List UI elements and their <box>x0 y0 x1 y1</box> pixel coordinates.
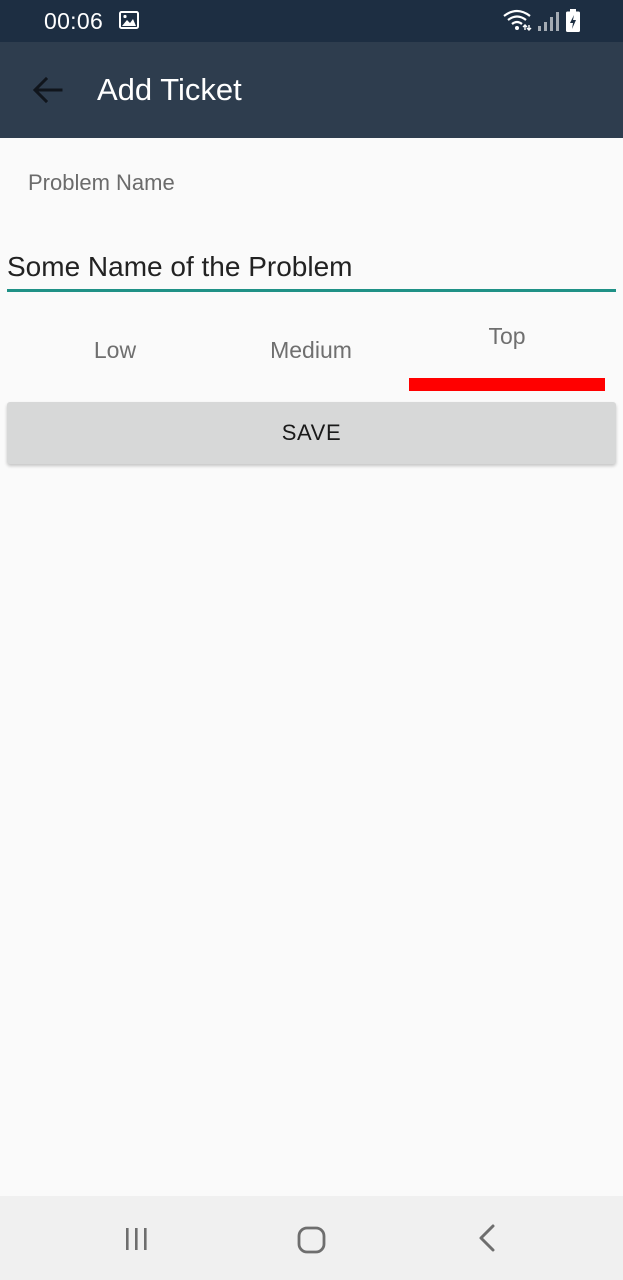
wifi-icon <box>502 9 532 36</box>
priority-option-label: Medium <box>270 337 352 363</box>
status-bar: 00:06 <box>0 0 623 42</box>
gallery-icon <box>119 11 139 34</box>
priority-option-medium[interactable]: Medium <box>213 310 409 398</box>
arrow-left-icon <box>32 76 63 104</box>
page-title: Add Ticket <box>97 72 242 107</box>
battery-charging-icon <box>565 9 581 38</box>
system-nav-bar <box>0 1196 623 1280</box>
app-bar: Add Ticket <box>0 42 623 138</box>
priority-option-label: Top <box>488 323 526 349</box>
priority-option-low[interactable]: Low <box>17 310 213 398</box>
problem-name-input[interactable] <box>7 244 616 292</box>
home-icon[interactable] <box>292 1220 332 1265</box>
priority-selector: Low Medium Top <box>0 310 623 400</box>
signal-icon <box>537 11 559 36</box>
status-time: 00:06 <box>44 8 104 34</box>
priority-option-label: Low <box>93 337 137 363</box>
priority-option-top[interactable]: Top <box>409 310 605 398</box>
back-button[interactable] <box>22 66 74 114</box>
back-icon[interactable] <box>472 1222 502 1261</box>
selected-indicator <box>409 378 605 391</box>
recents-icon[interactable] <box>118 1224 154 1259</box>
problem-name-label: Problem Name <box>28 170 175 195</box>
save-button[interactable]: SAVE <box>7 402 616 464</box>
